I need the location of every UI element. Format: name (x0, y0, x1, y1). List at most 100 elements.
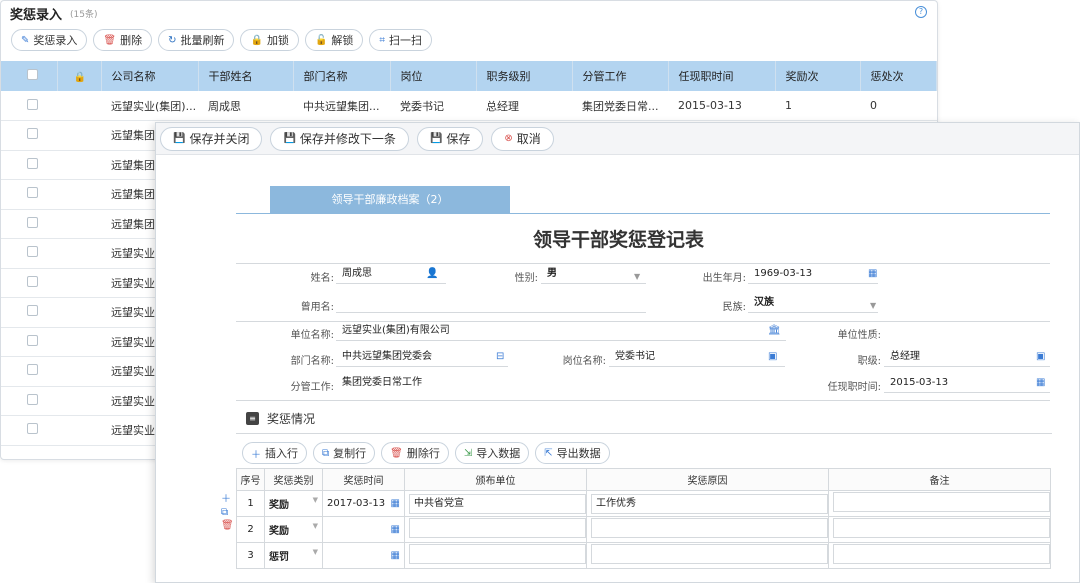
calendar-icon[interactable]: ▦ (1036, 377, 1045, 388)
date-cell[interactable]: ▦ (322, 542, 405, 569)
row-checkbox-cell[interactable] (1, 268, 57, 298)
note-cell[interactable] (828, 516, 1051, 543)
save-and-close-button[interactable]: 💾 保存并关闭 (160, 126, 263, 151)
issuer-cell[interactable]: 中共省党宣 (404, 490, 587, 517)
org-icon[interactable]: ⊟ (496, 351, 504, 362)
row-checkbox[interactable] (27, 128, 38, 140)
row-checkbox[interactable] (27, 364, 38, 376)
row-checkbox[interactable] (27, 187, 38, 199)
reason-input[interactable] (591, 518, 828, 538)
row-checkbox[interactable] (27, 157, 38, 169)
building-icon[interactable]: 🏛 (768, 325, 781, 336)
issuer-input[interactable] (409, 544, 586, 564)
note-input[interactable] (833, 492, 1050, 512)
alias-field[interactable] (336, 293, 646, 313)
cancel-button[interactable]: ⊗ 取消 (491, 126, 554, 151)
delete-row-button[interactable]: 🗑 删除行 (381, 442, 449, 464)
row-checkbox[interactable] (27, 334, 38, 346)
unit-type-field[interactable] (884, 321, 1050, 341)
row-checkbox-cell[interactable] (1, 356, 57, 387)
copy-icon[interactable]: ⧉ (221, 507, 234, 518)
duty-field[interactable]: 集团党委日常工作 (336, 373, 786, 393)
date-cell[interactable]: ▦ (322, 516, 405, 543)
export-data-button[interactable]: ⇱ 导出数据 (535, 442, 610, 464)
row-checkbox[interactable] (27, 423, 38, 435)
row-checkbox-cell[interactable] (1, 415, 57, 446)
table-row[interactable]: 远望实业(集团)... 周成思 中共远望集团... 党委书记 总经理 集团党委日… (1, 91, 937, 121)
insert-row-button[interactable]: ＋ 插入行 (242, 442, 307, 464)
delete-button[interactable]: 🗑 删除 (93, 29, 153, 51)
column-header[interactable]: 惩处次 (860, 61, 937, 91)
batch-refresh-button[interactable]: ↻ 批量刷新 (158, 29, 235, 51)
row-checkbox-cell[interactable] (1, 150, 57, 180)
trash-icon[interactable]: 🗑 (221, 520, 234, 531)
gender-select[interactable]: 男 (541, 264, 646, 284)
select-all-header[interactable] (1, 61, 58, 91)
start-date-field[interactable]: 2015-03-13 (884, 373, 1050, 393)
import-data-button[interactable]: ⇲ 导入数据 (454, 442, 530, 464)
person-icon[interactable]: 👤 (426, 268, 438, 279)
row-checkbox[interactable] (27, 305, 38, 317)
unit-field[interactable]: 远望实业(集团)有限公司 (336, 321, 786, 341)
column-header[interactable]: 奖励次 (775, 61, 861, 91)
column-header[interactable]: 任现职时间 (668, 61, 776, 91)
row-checkbox[interactable] (27, 98, 38, 110)
save-button[interactable]: 💾 保存 (416, 126, 484, 151)
calendar-icon[interactable]: ▦ (391, 550, 400, 561)
plus-icon[interactable]: ＋ (221, 494, 234, 505)
birth-date-field[interactable]: 1969-03-13 (748, 264, 878, 284)
id-card-icon[interactable]: ▣ (1036, 351, 1045, 362)
issuer-cell[interactable] (404, 542, 587, 569)
type-cell[interactable]: 惩罚 ▼ (264, 542, 323, 569)
calendar-icon[interactable]: ▦ (868, 268, 877, 279)
row-checkbox-cell[interactable] (1, 179, 57, 210)
issuer-cell[interactable] (404, 516, 587, 543)
type-cell[interactable]: 奖励 ▼ (264, 516, 323, 543)
reason-cell[interactable] (586, 542, 829, 569)
calendar-icon[interactable]: ▦ (391, 524, 400, 535)
column-header[interactable]: 公司名称 (101, 61, 199, 91)
reason-input[interactable] (591, 544, 828, 564)
award-entry-button[interactable]: ✎ 奖惩录入 (11, 29, 88, 51)
date-cell[interactable]: 2017-03-13 ▦ (322, 490, 405, 517)
column-header[interactable]: 职务级别 (476, 61, 573, 91)
dept-field[interactable]: 中共远望集团党委会 (336, 347, 508, 367)
column-header[interactable]: 分管工作 (572, 61, 669, 91)
issuer-input[interactable]: 中共省党宣 (409, 493, 586, 514)
row-checkbox-cell[interactable] (1, 209, 57, 239)
detail-row[interactable]: 2 奖励 ▼ ▦ (236, 516, 1051, 543)
note-cell[interactable] (828, 542, 1051, 569)
row-checkbox-cell[interactable] (1, 327, 57, 357)
unlock-button[interactable]: 🔓 解锁 (304, 29, 364, 51)
column-header[interactable]: 岗位 (390, 61, 477, 91)
lock-button[interactable]: 🔒 加锁 (240, 29, 299, 51)
row-checkbox-cell[interactable] (1, 297, 57, 328)
row-checkbox-cell[interactable] (1, 386, 57, 416)
ethnic-select[interactable]: 汉族 (748, 293, 878, 313)
reason-input[interactable]: 工作优秀 (591, 493, 828, 514)
row-checkbox[interactable] (27, 246, 38, 258)
type-cell[interactable]: 奖励 ▼ (264, 490, 323, 517)
help-icon[interactable]: ? (915, 6, 927, 18)
row-checkbox[interactable] (27, 216, 38, 228)
reason-cell[interactable]: 工作优秀 (586, 490, 829, 517)
copy-row-button[interactable]: ⧉ 复制行 (313, 442, 376, 464)
scan-button[interactable]: ⌗ 扫一扫 (369, 29, 433, 51)
rank-field[interactable]: 总经理 (884, 347, 1050, 367)
note-input[interactable] (833, 544, 1050, 564)
save-and-next-button[interactable]: 💾 保存并修改下一条 (270, 126, 409, 151)
row-checkbox[interactable] (27, 275, 38, 287)
issuer-input[interactable] (409, 518, 586, 538)
column-header[interactable]: 部门名称 (293, 61, 391, 91)
calendar-icon[interactable]: ▦ (391, 498, 400, 509)
row-checkbox-cell[interactable] (1, 120, 57, 151)
row-checkbox[interactable] (27, 393, 38, 405)
column-header[interactable]: 干部姓名 (198, 61, 294, 91)
chevron-down-icon[interactable]: ▼ (313, 548, 318, 556)
note-cell[interactable] (828, 490, 1051, 517)
id-card-icon[interactable]: ▣ (768, 351, 777, 362)
row-checkbox-cell[interactable] (1, 238, 57, 269)
row-checkbox-cell[interactable] (1, 91, 57, 121)
detail-row[interactable]: 3 惩罚 ▼ ▦ (236, 542, 1051, 569)
chevron-down-icon[interactable]: ▼ (313, 522, 318, 530)
